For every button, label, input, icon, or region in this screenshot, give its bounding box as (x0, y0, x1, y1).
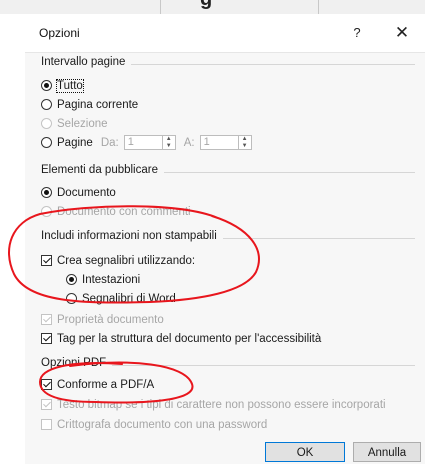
dialog-titlebar: Opzioni ? ✕ (25, 14, 425, 53)
radio-document[interactable]: Documento (41, 184, 116, 201)
cancel-button[interactable]: Annulla (353, 442, 421, 462)
section-label-publish: Elementi da pubblicare (41, 164, 164, 176)
radio-document-markup-label: Documento con commenti (57, 205, 191, 218)
radio-button (41, 118, 52, 129)
checkbox-encrypt: Crittografa documento con una password (41, 416, 267, 433)
radio-button[interactable] (41, 99, 52, 110)
radio-current-page[interactable]: Pagina corrente (41, 96, 138, 113)
checkbox[interactable] (41, 255, 52, 266)
section-label-page-range: Intervallo pagine (41, 56, 132, 68)
checkbox-pdfa-label: Conforme a PDF/A (57, 378, 155, 391)
radio-current-page-label: Pagina corrente (57, 98, 139, 111)
section-label-pdf: Opzioni PDF (41, 357, 113, 369)
background-text-fragment: g (200, 0, 212, 11)
radio-word-bookmarks[interactable]: Segnalibri di Word (66, 290, 176, 307)
checkbox-create-bookmarks[interactable]: Crea segnalibri utilizzando: (41, 252, 195, 269)
checkbox-encrypt-label: Crittografa documento con una password (57, 418, 268, 431)
radio-button[interactable] (41, 187, 52, 198)
radio-document-markup: Documento con commenti (41, 203, 191, 220)
radio-pages[interactable]: Pagine Da: 1 ▲ ▼ A: 1 ▲ ▼ (41, 134, 252, 151)
checkbox (41, 314, 52, 325)
checkbox[interactable] (41, 333, 52, 344)
checkbox-structure-tags-label: Tag per la struttura del documento per l… (57, 332, 322, 345)
section-pdf: Opzioni PDF (41, 357, 421, 371)
divider (318, 0, 319, 14)
radio-button (41, 206, 52, 217)
radio-button[interactable] (41, 80, 52, 91)
background-window-strip: g (0, 0, 425, 14)
checkbox-create-bookmarks-label: Crea segnalibri utilizzando: (57, 254, 196, 267)
from-stepper[interactable]: 1 ▲ ▼ (123, 135, 176, 150)
radio-all[interactable]: Tutto (41, 77, 84, 94)
spin-down-icon[interactable]: ▼ (163, 143, 175, 150)
checkbox-document-properties: Proprietà documento (41, 311, 164, 328)
from-value[interactable]: 1 (125, 136, 162, 149)
section-publish: Elementi da pubblicare (41, 164, 421, 178)
radio-headings[interactable]: Intestazioni (66, 271, 140, 288)
from-label: Da: (100, 136, 119, 149)
radio-button[interactable] (66, 274, 77, 285)
radio-document-label: Documento (57, 186, 116, 199)
checkbox-bitmap-text: Testo bitmap se i tipi di carattere non … (41, 396, 386, 413)
to-value[interactable]: 1 (201, 136, 238, 149)
to-stepper[interactable]: 1 ▲ ▼ (199, 135, 252, 150)
checkbox (41, 419, 52, 430)
close-button[interactable]: ✕ (389, 22, 415, 44)
radio-selection: Selezione (41, 115, 108, 132)
radio-word-bookmarks-label: Segnalibri di Word (82, 292, 176, 305)
to-label: A: (183, 136, 195, 149)
section-page-range: Intervallo pagine (41, 56, 421, 70)
divider (160, 0, 161, 14)
help-button[interactable]: ? (345, 22, 369, 44)
section-label-nonprint: Includi informazioni non stampabili (41, 230, 223, 242)
dialog-title: Opzioni (39, 26, 80, 40)
radio-pages-label: Pagine (57, 136, 93, 149)
ok-button[interactable]: OK (265, 442, 345, 462)
radio-all-label: Tutto (56, 78, 84, 93)
radio-button[interactable] (66, 293, 77, 304)
checkbox-bitmap-text-label: Testo bitmap se i tipi di carattere non … (57, 398, 386, 411)
checkbox-structure-tags[interactable]: Tag per la struttura del documento per l… (41, 330, 321, 347)
section-nonprint: Includi informazioni non stampabili (41, 230, 421, 244)
checkbox (41, 399, 52, 410)
radio-selection-label: Selezione (57, 117, 108, 130)
checkbox-pdfa[interactable]: Conforme a PDF/A (41, 376, 154, 393)
options-dialog: Opzioni ? ✕ Intervallo pagine Tutto Pagi… (25, 14, 425, 464)
radio-headings-label: Intestazioni (82, 273, 141, 286)
spin-down-icon[interactable]: ▼ (239, 143, 251, 150)
checkbox-document-properties-label: Proprietà documento (57, 313, 164, 326)
checkbox[interactable] (41, 379, 52, 390)
radio-button[interactable] (41, 137, 52, 148)
